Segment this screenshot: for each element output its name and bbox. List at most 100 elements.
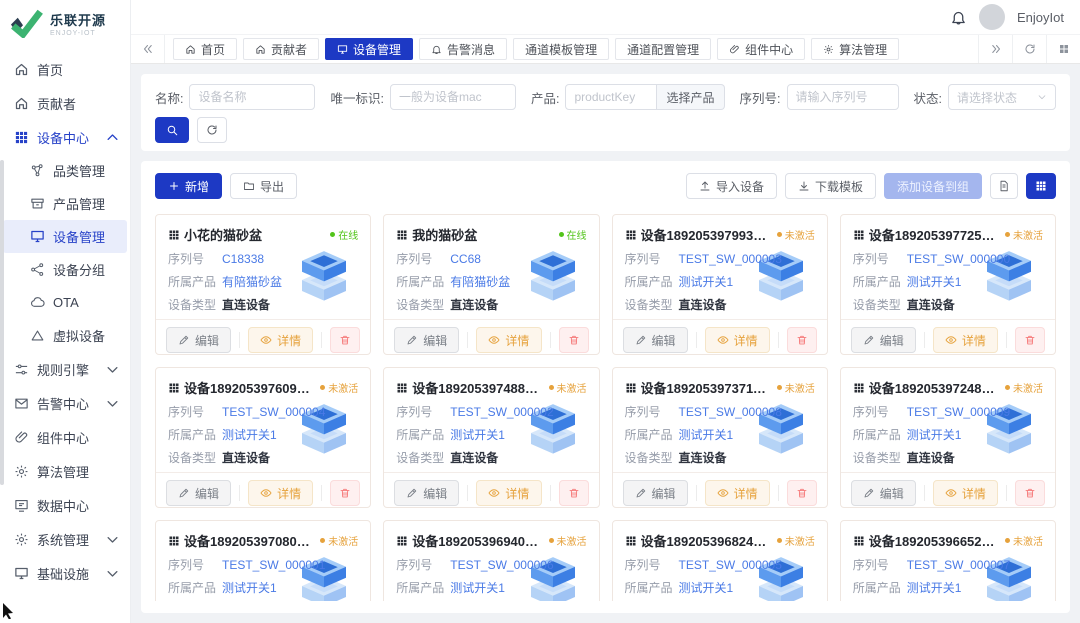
avatar[interactable] xyxy=(979,4,1005,30)
tabs-panel-button[interactable] xyxy=(1046,35,1080,63)
delete-button[interactable] xyxy=(330,327,360,353)
delete-button[interactable] xyxy=(787,480,817,506)
product-link[interactable]: 测试开关1 xyxy=(907,579,962,596)
edit-button[interactable]: 编辑 xyxy=(394,480,459,506)
edit-button[interactable]: 编辑 xyxy=(851,480,916,506)
tabs-collapse-button[interactable] xyxy=(131,35,165,63)
detail-button[interactable]: 详情 xyxy=(705,327,770,353)
status-badge: 未激活 xyxy=(320,380,358,395)
add-to-group-button[interactable]: 添加设备到组 xyxy=(884,173,982,199)
divider xyxy=(696,332,697,348)
tabs-expand-button[interactable] xyxy=(978,35,1012,63)
sidebar-subitem[interactable]: 虚拟设备 xyxy=(0,319,130,352)
detail-button[interactable]: 详情 xyxy=(933,480,998,506)
detail-button[interactable]: 详情 xyxy=(248,327,313,353)
edit-button[interactable]: 编辑 xyxy=(394,327,459,353)
delete-button[interactable] xyxy=(1015,480,1045,506)
sidebar-item[interactable]: 首页 xyxy=(0,52,130,86)
sidebar-item[interactable]: 告警中心 xyxy=(0,386,130,420)
product-link[interactable]: 测试开关1 xyxy=(907,426,962,443)
bell-icon[interactable] xyxy=(950,9,967,26)
serial-number-input[interactable] xyxy=(787,84,899,110)
product-link[interactable]: 测试开关1 xyxy=(222,579,277,596)
tab[interactable]: 通道配置管理 xyxy=(615,38,711,60)
user-name: EnjoyIot xyxy=(1017,10,1064,25)
detail-button[interactable]: 详情 xyxy=(476,327,541,353)
sidebar-item-icon xyxy=(14,498,29,513)
import-devices-button[interactable]: 导入设备 xyxy=(686,173,777,199)
sidebar-item[interactable]: 规则引擎 xyxy=(0,352,130,386)
delete-button[interactable] xyxy=(1015,327,1045,353)
delete-button[interactable] xyxy=(559,327,589,353)
product-link[interactable]: 测试开关1 xyxy=(450,579,505,596)
list-view-button[interactable] xyxy=(990,173,1018,199)
export-button[interactable]: 导出 xyxy=(230,173,297,199)
sidebar-subitem[interactable]: OTA xyxy=(0,286,130,319)
add-device-button[interactable]: 新增 xyxy=(155,173,222,199)
sidebar-item[interactable]: 组件中心 xyxy=(0,420,130,454)
product-link[interactable]: 测试开关1 xyxy=(907,273,962,290)
tab[interactable]: 设备管理 xyxy=(325,38,413,60)
device-card: 设备1892053968246820864 未激活 序列号 TEST_SW_00… xyxy=(612,520,828,601)
sidebar-item[interactable]: 设备中心 xyxy=(0,120,130,154)
product-label: 所属产品 xyxy=(625,579,679,596)
edit-button[interactable]: 编辑 xyxy=(851,327,916,353)
edit-button[interactable]: 编辑 xyxy=(166,480,231,506)
grid-view-button[interactable] xyxy=(1026,173,1056,199)
tab[interactable]: 组件中心 xyxy=(717,38,805,60)
delete-button[interactable] xyxy=(330,480,360,506)
detail-button[interactable]: 详情 xyxy=(248,480,313,506)
detail-button[interactable]: 详情 xyxy=(476,480,541,506)
detail-button[interactable]: 详情 xyxy=(705,480,770,506)
product-link[interactable]: 测试开关1 xyxy=(222,426,277,443)
chevron-down-icon xyxy=(105,532,120,547)
reset-button[interactable] xyxy=(197,117,227,143)
product-link[interactable]: 测试开关1 xyxy=(679,426,734,443)
tab[interactable]: 通道模板管理 xyxy=(513,38,609,60)
product-link[interactable]: 测试开关1 xyxy=(679,579,734,596)
detail-button[interactable]: 详情 xyxy=(933,327,998,353)
tab[interactable]: 算法管理 xyxy=(811,38,899,60)
search-button[interactable] xyxy=(155,117,189,143)
divider xyxy=(778,332,779,348)
sidebar-subitem[interactable]: 设备分组 xyxy=(0,253,130,286)
edit-button[interactable]: 编辑 xyxy=(623,480,688,506)
tab[interactable]: 贡献者 xyxy=(243,38,319,60)
sidebar-item[interactable]: 贡献者 xyxy=(0,86,130,120)
sidebar-item-icon xyxy=(14,430,29,445)
sidebar-item[interactable]: 数据中心 xyxy=(0,488,130,522)
divider xyxy=(924,332,925,348)
sidebar-subitem[interactable]: 设备管理 xyxy=(3,220,127,253)
sidebar-subitem[interactable]: 品类管理 xyxy=(0,154,130,187)
sidebar-scrollbar[interactable] xyxy=(0,160,4,485)
select-product-button[interactable]: 选择产品 xyxy=(657,84,724,110)
product-link[interactable]: 有陪猫砂盆 xyxy=(450,273,510,290)
grid-icon xyxy=(1035,180,1047,192)
sidebar-item[interactable]: 系统管理 xyxy=(0,522,130,556)
sidebar-item[interactable]: 基础设施 xyxy=(0,556,130,590)
product-link[interactable]: 测试开关1 xyxy=(679,273,734,290)
status-select[interactable]: 请选择状态 xyxy=(948,84,1056,110)
edit-button[interactable]: 编辑 xyxy=(623,327,688,353)
tab[interactable]: 告警消息 xyxy=(419,38,507,60)
sidebar-item-label: 首页 xyxy=(37,60,120,79)
delete-button[interactable] xyxy=(559,480,589,506)
type-label: 设备类型 xyxy=(625,296,679,313)
unique-id-input[interactable] xyxy=(390,84,516,110)
download-template-button[interactable]: 下载模板 xyxy=(785,173,876,199)
edit-button[interactable]: 编辑 xyxy=(166,327,231,353)
chevron-down-icon xyxy=(105,362,120,377)
tab[interactable]: 首页 xyxy=(173,38,237,60)
tab-label: 通道配置管理 xyxy=(627,41,699,58)
delete-button[interactable] xyxy=(787,327,817,353)
product-key-input[interactable] xyxy=(565,84,657,110)
chevrons-right-icon xyxy=(990,43,1002,55)
sidebar-item[interactable]: 算法管理 xyxy=(0,454,130,488)
device-list-panel: 新增 导出 导入设备 下载模板 xyxy=(141,161,1070,613)
tabs-refresh-button[interactable] xyxy=(1012,35,1046,63)
product-link[interactable]: 测试开关1 xyxy=(450,426,505,443)
device-name-input[interactable] xyxy=(189,84,315,110)
product-link[interactable]: 有陪猫砂盆 xyxy=(222,273,282,290)
sidebar-subitem-icon xyxy=(30,163,45,178)
sidebar-subitem[interactable]: 产品管理 xyxy=(0,187,130,220)
